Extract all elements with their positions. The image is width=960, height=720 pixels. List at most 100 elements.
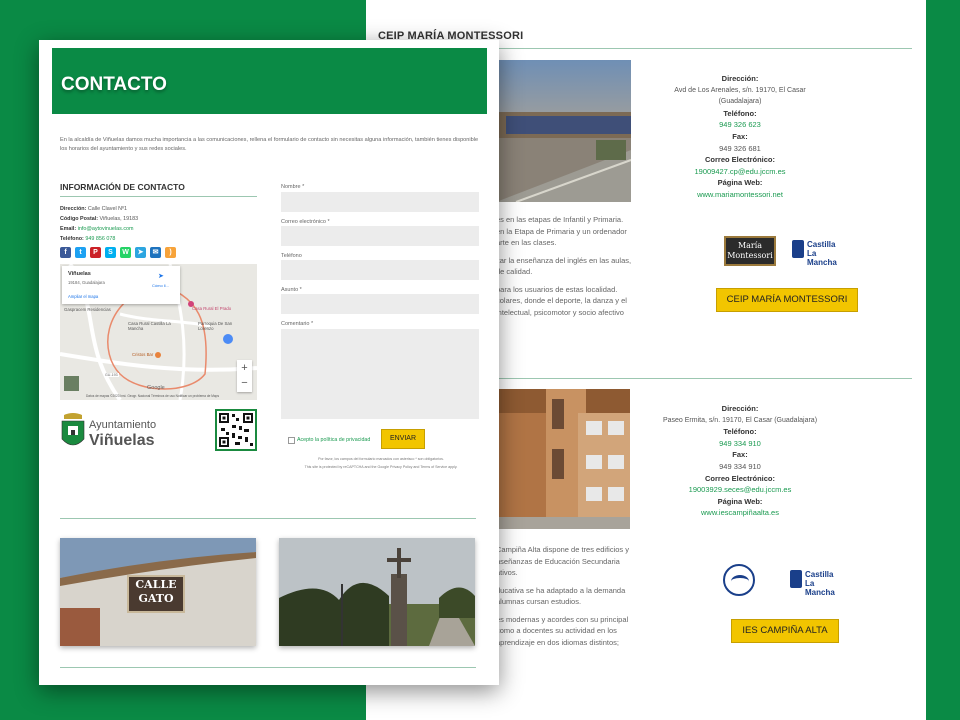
pinterest-icon[interactable]: P: [90, 247, 101, 258]
school1-fax: 949 326 681: [719, 143, 761, 153]
fax-label: Fax:: [732, 450, 748, 460]
email-line: Email: info@aytovinuelas.com: [60, 226, 134, 232]
school2-web[interactable]: www.iescampiñaalta.es: [660, 507, 820, 519]
description-line: ducativa se ha adaptado a la demanda: [496, 585, 626, 595]
map-poi: Casa Rural El Prado: [192, 306, 232, 311]
rss-icon[interactable]: ): [165, 247, 176, 258]
map-zoom-control: + −: [237, 360, 252, 392]
name-field[interactable]: [281, 192, 479, 212]
map-place-name: Viñuelas: [68, 271, 91, 277]
social-icons: f t P S W ➤ ✉ ): [60, 247, 176, 258]
divider: [60, 196, 257, 197]
email-label: Correo electrónico *: [281, 219, 330, 225]
map-place-card: Viñuelas 19184, Guadalajara ➤ Cómo ll...…: [62, 266, 180, 304]
map-directions-icon[interactable]: ➤: [158, 272, 164, 280]
required-note: Por favor, los campos del formulario mar…: [318, 457, 444, 461]
description-line: ativos.: [496, 568, 518, 577]
privacy-checkbox[interactable]: [288, 437, 295, 444]
town-logo-line2: Viñuelas: [89, 432, 155, 449]
ies-campina-alta-button[interactable]: IES CAMPIÑA ALTA: [731, 619, 839, 643]
description-line: de calidad.: [496, 267, 533, 276]
phone-label: Teléfono: [281, 253, 302, 259]
school2-description: Campiña Alta dispone de tres edificios y…: [496, 544, 632, 648]
intro-text: En la alcaldía de Viñuelas damos mucha i…: [60, 137, 479, 152]
school1-web[interactable]: www.mariamontessori.net: [660, 189, 820, 201]
privacy-label[interactable]: Acepto la política de privacidad: [297, 437, 370, 443]
email-icon[interactable]: ✉: [150, 247, 161, 258]
school2-info: Dirección: Paseo Ermita, s/n. 19170, El …: [660, 403, 820, 519]
description-line: nseñanzas de Educación Secundaria: [496, 556, 620, 566]
name-label: Nombre *: [281, 184, 305, 190]
email-label: Correo Electrónico:: [704, 155, 775, 165]
description-line: aprendizaje en dos idiomas distintos;: [496, 637, 619, 647]
comment-field[interactable]: [281, 329, 479, 419]
map-poi: Gaspracem Residencias: [64, 307, 111, 312]
ies-campina-alta-logo: [723, 564, 755, 596]
phone-link[interactable]: 949 856 078: [85, 236, 115, 242]
map-attribution: Datos de mapas ©2023 Inst. Geogr. Nacion…: [86, 394, 220, 398]
description-line: es en las etapas de Infantil y Primaria.: [496, 215, 624, 224]
map-poi: Casa Rural Castilla La Mancha: [128, 321, 171, 332]
map-directions-link[interactable]: Cómo ll...: [152, 283, 169, 288]
web-label: Página Web:: [717, 496, 763, 506]
telegram-icon[interactable]: ➤: [135, 247, 146, 258]
school1-phone[interactable]: 949 326 623: [660, 119, 820, 131]
qr-code: [215, 409, 257, 451]
page-title: CONTACTO: [61, 74, 167, 95]
montessori-logo: María Montessori: [724, 236, 776, 266]
zoom-out-button[interactable]: −: [237, 376, 252, 392]
description-line: zar la enseñanza del inglés en las aulas…: [496, 255, 632, 265]
divider: [60, 667, 476, 668]
address-label: Dirección:: [721, 74, 759, 83]
zoom-in-button[interactable]: +: [237, 360, 252, 376]
map-place-sub: 19184, Guadalajara: [68, 280, 105, 285]
facebook-icon[interactable]: f: [60, 247, 71, 258]
street-sign-text: CALLE GATO: [135, 578, 177, 605]
school2-phone[interactable]: 949 334 910: [660, 438, 820, 450]
whatsapp-icon[interactable]: W: [120, 247, 131, 258]
description-line: en la Etapa de Primaria y un ordenador: [496, 226, 627, 236]
postal-line: Código Postal: Viñuelas, 19183: [60, 216, 139, 222]
description-line: para los usuarios de estas localidad.: [496, 284, 618, 294]
web-label: Página Web:: [717, 178, 763, 188]
description-line: arte en las clases.: [496, 238, 557, 247]
castilla-la-mancha-logo: Castilla La Mancha: [790, 568, 844, 597]
map-poi: Cristos Bar: [132, 352, 154, 357]
divider: [60, 518, 476, 519]
school2-photo: [496, 389, 630, 529]
school1-photo: [496, 60, 631, 202]
description-line: es modernas y acordes con su principal: [496, 614, 629, 624]
castilla-la-mancha-logo: Castilla La Mancha: [792, 238, 846, 267]
school1-address: Avd de Los Arenales, s/n. 19170, El Casa…: [674, 86, 806, 106]
map-road-label: GU-193: [104, 373, 119, 377]
contact-info-title: INFORMACIÓN DE CONTACTO: [60, 182, 185, 192]
school1-email[interactable]: 19009427.cp@edu.jccm.es: [660, 166, 820, 178]
divider: [496, 48, 912, 49]
school1-info: Dirección: Avd de Los Arenales, s/n. 191…: [660, 73, 820, 201]
phone-label: Teléfono:: [723, 108, 757, 118]
comment-label: Comentario *: [281, 321, 314, 327]
email-field[interactable]: [281, 226, 479, 246]
fax-label: Fax:: [732, 131, 748, 141]
description-line: colares, donde el deporte, la danza y el: [496, 296, 627, 305]
email-link[interactable]: info@aytovinuelas.com: [78, 226, 134, 232]
ceip-maria-montessori-button[interactable]: CEIP MARÍA MONTESSORI: [716, 288, 858, 312]
description-line: intelectual, psicomotor y socio afectivo: [496, 307, 624, 317]
contact-page: CONTACTO En la alcaldía de Viñuelas damo…: [39, 40, 499, 685]
street-sign-photo: CALLE GATO: [60, 538, 256, 646]
description-line: Campiña Alta dispone de tres edificios y: [496, 545, 629, 554]
description-line: alumnas cursan estudios.: [496, 597, 582, 606]
google-map[interactable]: Viñuelas 19184, Guadalajara ➤ Cómo ll...…: [60, 264, 257, 400]
town-logo-line1: Ayuntamiento: [89, 419, 157, 431]
phone-field[interactable]: [281, 260, 479, 280]
school1-description: es en las etapas de Infantil y Primaria.…: [496, 214, 632, 318]
submit-button[interactable]: ENVIAR: [381, 429, 425, 449]
school2-email[interactable]: 19003929.seces@edu.jccm.es: [660, 484, 820, 496]
google-logo: Google: [147, 385, 165, 391]
skype-icon[interactable]: S: [105, 247, 116, 258]
map-enlarge-link[interactable]: Ampliar el mapa: [68, 294, 98, 299]
twitter-icon[interactable]: t: [75, 247, 86, 258]
cross-landscape-photo: [279, 538, 475, 646]
email-label: Correo Electrónico:: [704, 473, 775, 483]
subject-field[interactable]: [281, 294, 479, 314]
